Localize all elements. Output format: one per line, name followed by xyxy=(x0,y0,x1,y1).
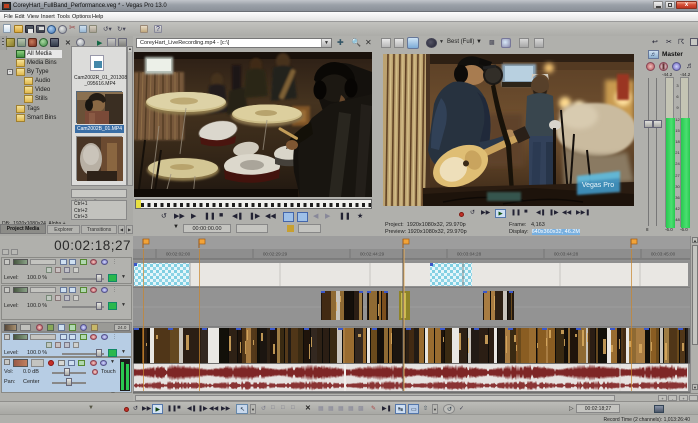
svg-text:00:02:44:29: 00:02:44:29 xyxy=(360,252,385,257)
svg-text:00:02:02:00: 00:02:02:00 xyxy=(166,252,191,257)
svg-text:00:03:04:28: 00:03:04:28 xyxy=(457,252,482,257)
svg-text:Vegas Pro: Vegas Pro xyxy=(582,182,614,189)
svg-text:00:03:45:00: 00:03:45:00 xyxy=(651,252,676,257)
svg-text:00:02:29:29: 00:02:29:29 xyxy=(263,252,288,257)
svg-text:00:03:44:28: 00:03:44:28 xyxy=(554,252,579,257)
